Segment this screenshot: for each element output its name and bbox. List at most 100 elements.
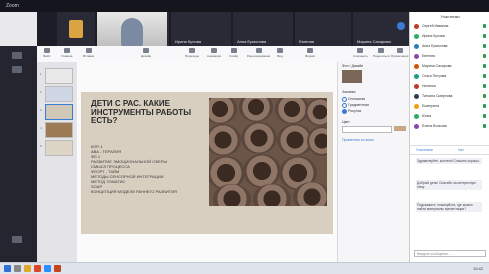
browser-icon[interactable] [34, 265, 41, 272]
slide-thumbnails: 1 2 3 4 5 [37, 62, 77, 262]
avatar [414, 94, 419, 99]
slide-canvas[interactable]: ДЕТИ С РАС. КАКИЕ ИНСТРУМЕНТЫ РАБОТЫ ЕСТ… [77, 62, 337, 262]
bowl-shape [209, 124, 241, 156]
participant-name: Елена Волкова [422, 124, 447, 128]
slide-thumbnail-active[interactable]: 3 [40, 104, 73, 120]
video-strip: Ирина Кулова Анна Ермолова Евгения Марин… [37, 12, 409, 46]
ribbon-label: Дизайн [141, 54, 152, 58]
explorer-icon[interactable] [24, 265, 31, 272]
ribbon-button[interactable]: Вставка [83, 48, 94, 58]
slide-thumbnail[interactable]: 2 [40, 86, 73, 102]
ribbon-button[interactable]: Рецензирование [247, 48, 270, 58]
ribbon-button[interactable]: Анимация [207, 48, 221, 58]
video-tile[interactable]: Анна Ермолова [233, 12, 293, 46]
microphone-icon[interactable] [483, 34, 486, 38]
microphone-icon[interactable] [483, 24, 486, 28]
video-tile-avatar[interactable] [57, 12, 95, 46]
chat-input[interactable]: Введите сообщение... [414, 250, 486, 257]
ribbon-label: Вид [277, 54, 283, 58]
tile-name: Марина Сахарова [357, 39, 391, 44]
participant-row[interactable]: Екатерина [414, 104, 486, 109]
ribbon-button[interactable]: Примечания [391, 48, 408, 58]
participants-chat-panel: Участники Сергей Ивванов Ирина Кулова Анна… [409, 12, 489, 262]
slide-thumbnail[interactable]: 1 [40, 68, 73, 84]
share-icon[interactable] [397, 22, 405, 30]
zoom-icon[interactable] [44, 265, 51, 272]
chat-message: Добрый день! Спасибо за интересную тему. [416, 180, 482, 190]
microphone-icon[interactable] [483, 94, 486, 98]
camera-feed [97, 12, 167, 46]
ribbon-label: Слайд [229, 54, 239, 58]
ribbon-button[interactable]: Файл [43, 48, 50, 58]
participant-row[interactable]: Евгения [414, 54, 486, 59]
ribbon-button[interactable]: Переходы [185, 48, 199, 58]
tile-name: Ирина Кулова [175, 39, 202, 44]
ribbon-button[interactable]: Поделиться [373, 48, 390, 58]
background-preview[interactable] [342, 70, 362, 83]
radio-gradient[interactable] [342, 103, 347, 108]
participant-row[interactable]: Татьяна Смирнова [414, 94, 486, 99]
participant-row[interactable]: Анна Ермолова [414, 44, 486, 49]
color-field[interactable] [342, 126, 392, 133]
ribbon-button[interactable]: Вид [277, 48, 283, 58]
microphone-icon[interactable] [483, 74, 486, 78]
participant-row[interactable]: Марина Сахарова [414, 64, 486, 69]
microphone-icon[interactable] [483, 84, 486, 88]
ribbon-button[interactable]: Слайд [229, 48, 238, 58]
participant-row[interactable]: Сергей Ивванов [414, 24, 486, 29]
tile-name: Евгения [299, 39, 314, 44]
color-swatch[interactable] [394, 126, 406, 131]
chat-message: Здравствуйте, коллеги! Слышно хорошо. [416, 158, 482, 164]
search-icon[interactable] [14, 265, 21, 272]
pottery-bowls-image[interactable] [209, 98, 327, 206]
participant-row[interactable]: Ирина Кулова [414, 34, 486, 39]
bowl-shape [243, 154, 281, 188]
option-solid: Сплошная [348, 97, 366, 101]
ribbon-label: Формат [305, 54, 316, 58]
participant-name: Евгения [422, 54, 436, 58]
save-icon [357, 48, 364, 53]
slide-heading[interactable]: ДЕТИ С РАС. КАКИЕ ИНСТРУМЕНТЫ РАБОТЫ ЕСТ… [91, 99, 201, 126]
ribbon-label: Сохранить [353, 54, 368, 58]
microphone-icon[interactable] [483, 114, 486, 118]
animation-icon [211, 48, 218, 53]
radio-picture[interactable] [342, 109, 347, 114]
tab-chat[interactable]: Чат [458, 148, 464, 152]
clock: 10:42 [472, 266, 483, 271]
ribbon-label: Анимация [207, 54, 222, 58]
slide-number: 1 [40, 72, 42, 76]
microphone-icon[interactable] [483, 104, 486, 108]
microphone-icon[interactable] [483, 124, 486, 128]
current-slide[interactable]: ДЕТИ С РАС. КАКИЕ ИНСТРУМЕНТЫ РАБОТЫ ЕСТ… [81, 92, 333, 234]
ribbon-button[interactable]: Главная [61, 48, 72, 58]
ribbon-label: Поделиться [373, 54, 390, 58]
slide-thumbnail[interactable]: 5 [40, 140, 73, 156]
ribbon-button[interactable]: Формат [305, 48, 316, 58]
video-tile[interactable]: Ирина Кулова [171, 12, 231, 46]
avatar [414, 34, 419, 39]
video-tile-camera[interactable] [97, 12, 169, 46]
microphone-icon[interactable] [483, 44, 486, 48]
participant-row[interactable]: Наталья [414, 84, 486, 89]
microphone-icon[interactable] [483, 54, 486, 58]
mute-icon[interactable] [12, 52, 22, 59]
record-icon[interactable] [12, 236, 22, 243]
slide-thumbnail[interactable]: 4 [40, 122, 73, 138]
radio-solid[interactable] [342, 97, 347, 102]
apply-all-button[interactable]: Применить ко всем [342, 138, 373, 142]
microphone-icon[interactable] [483, 64, 486, 68]
participant-row[interactable]: Юлия [414, 114, 486, 119]
powerpoint-icon[interactable] [54, 265, 61, 272]
video-tile[interactable]: Марина Сахарова [353, 12, 409, 46]
video-icon[interactable] [12, 66, 22, 73]
tab-participants[interactable]: Участники [416, 148, 433, 152]
video-tile[interactable]: Евгения [295, 12, 351, 46]
ribbon-button[interactable]: Сохранить [353, 48, 368, 58]
start-icon[interactable] [4, 265, 11, 272]
participant-name: Наталья [422, 84, 436, 88]
slide-body-text[interactable]: КОР-1 АВА - ТЕРАПИЯ ФЛ-1 РАЗВИТИЕ ЭМОЦИО… [91, 144, 201, 194]
participant-row[interactable]: Ольга Петрова [414, 74, 486, 79]
ribbon-button[interactable]: Дизайн [141, 48, 151, 58]
ribbon-label: Файл [43, 54, 51, 58]
participant-row[interactable]: Елена Волкова [414, 124, 486, 129]
